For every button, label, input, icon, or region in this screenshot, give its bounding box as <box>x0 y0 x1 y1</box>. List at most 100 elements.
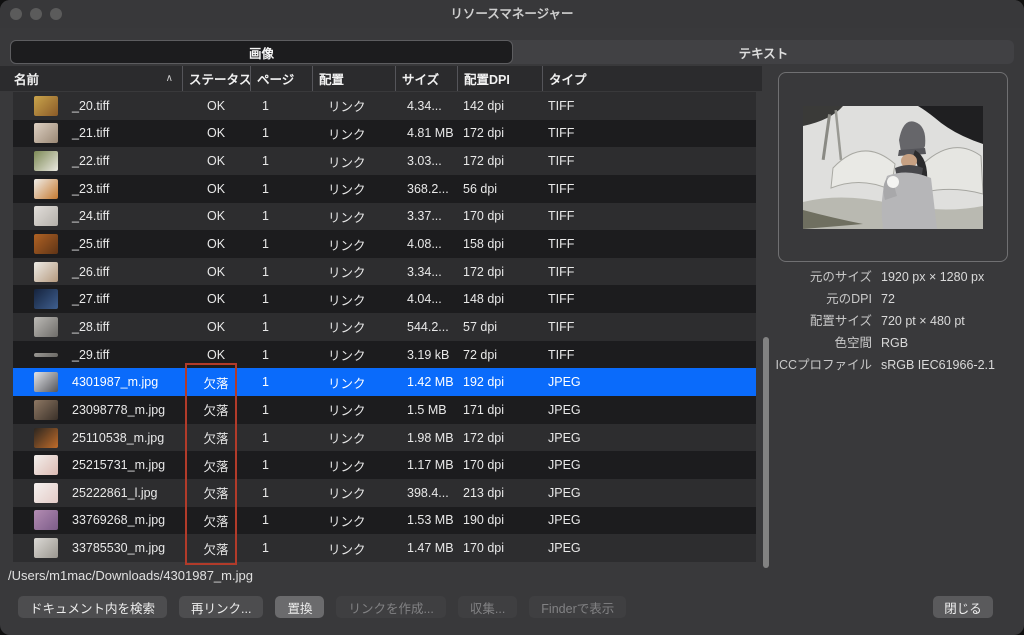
dpi-value: 172 dpi <box>457 265 542 279</box>
thumbnail-image <box>34 353 58 357</box>
page-value: 1 <box>250 99 312 113</box>
table-row[interactable]: _26.tiffOK1リンク3.34...172 dpiTIFF <box>13 258 756 286</box>
size-value: 4.08... <box>395 237 457 251</box>
metadata-label: 色空間 <box>764 337 872 350</box>
table-row[interactable]: 33785530_m.jpg欠落1リンク1.47 MB170 dpiJPEG <box>13 534 756 562</box>
metadata-label: 配置サイズ <box>764 315 872 328</box>
file-name: 33785530_m.jpg <box>72 541 165 555</box>
column-header-status[interactable]: ステータス <box>182 66 250 91</box>
page-value: 1 <box>250 348 312 362</box>
status-value: OK <box>182 209 250 223</box>
table-row[interactable]: _22.tiffOK1リンク3.03...172 dpiTIFF <box>13 147 756 175</box>
scrollbar-thumb[interactable] <box>763 337 769 568</box>
selected-file-path: /Users/m1mac/Downloads/4301987_m.jpg <box>8 568 253 583</box>
size-value: 398.4... <box>395 486 457 500</box>
column-header-placement[interactable]: 配置 <box>312 66 395 91</box>
metadata-value: 720 pt × 480 pt <box>881 315 1016 328</box>
status-value: OK <box>182 348 250 362</box>
file-name: _26.tiff <box>72 265 109 279</box>
size-value: 4.34... <box>395 99 457 113</box>
table-row[interactable]: _24.tiffOK1リンク3.37...170 dpiTIFF <box>13 203 756 231</box>
table-row[interactable]: _28.tiffOK1リンク544.2...57 dpiTIFF <box>13 313 756 341</box>
size-value: 1.42 MB <box>395 375 457 389</box>
thumbnail-image <box>34 400 58 420</box>
type-value: TIFF <box>542 320 756 334</box>
column-header-name[interactable]: 名前∧ <box>0 66 182 91</box>
table-row[interactable]: _23.tiffOK1リンク368.2...56 dpiTIFF <box>13 175 756 203</box>
page-value: 1 <box>250 375 312 389</box>
column-header-label: ステータス <box>189 69 252 88</box>
placement-value: リンク <box>312 207 395 226</box>
size-value: 3.03... <box>395 154 457 168</box>
placement-value: リンク <box>312 179 395 198</box>
column-header-dpi[interactable]: 配置DPI <box>457 66 542 91</box>
table-row[interactable]: _25.tiffOK1リンク4.08...158 dpiTIFF <box>13 230 756 258</box>
file-name: _23.tiff <box>72 182 109 196</box>
preview-panel <box>778 72 1008 262</box>
thumbnail-image <box>34 262 58 282</box>
table-row[interactable]: 25222861_l.jpg欠落1リンク398.4...213 dpiJPEG <box>13 479 756 507</box>
thumbnail-image <box>34 179 58 199</box>
thumbnail-image <box>34 206 58 226</box>
column-header-label: タイプ <box>549 69 587 88</box>
status-value: OK <box>182 265 250 279</box>
file-name: _29.tiff <box>72 348 109 362</box>
type-value: JPEG <box>542 403 756 417</box>
column-header-page[interactable]: ページ <box>250 66 312 91</box>
metadata-value: 1920 px × 1280 px <box>881 271 1016 284</box>
table-row[interactable]: _27.tiffOK1リンク4.04...148 dpiTIFF <box>13 285 756 313</box>
table-row[interactable]: _29.tiffOK1リンク3.19 kB72 dpiTIFF <box>13 341 756 369</box>
size-value: 3.37... <box>395 209 457 223</box>
table-row[interactable]: 25110538_m.jpg欠落1リンク1.98 MB172 dpiJPEG <box>13 424 756 452</box>
placement-value: リンク <box>312 290 395 309</box>
resource-manager-window: リソースマネージャー 画像 テキスト 名前∧ステータスページ配置サイズ配置DPI… <box>0 0 1024 635</box>
size-value: 4.04... <box>395 292 457 306</box>
dpi-value: 148 dpi <box>457 292 542 306</box>
type-value: JPEG <box>542 458 756 472</box>
thumbnail-image <box>34 538 58 558</box>
table-row[interactable]: 4301987_m.jpg欠落1リンク1.42 MB192 dpiJPEG <box>13 368 756 396</box>
status-value: OK <box>182 126 250 140</box>
file-name: _25.tiff <box>72 237 109 251</box>
status-value: OK <box>182 154 250 168</box>
dpi-value: 172 dpi <box>457 126 542 140</box>
type-value: JPEG <box>542 541 756 555</box>
action-button[interactable]: 再リンク... <box>179 596 263 618</box>
table-row[interactable]: _21.tiffOK1リンク4.81 MB172 dpiTIFF <box>13 120 756 148</box>
sort-ascending-icon: ∧ <box>166 73 173 84</box>
thumbnail-image <box>34 123 58 143</box>
action-button[interactable]: ドキュメント内を検索 <box>18 596 167 618</box>
size-value: 3.19 kB <box>395 348 457 362</box>
status-value: OK <box>182 320 250 334</box>
action-button[interactable]: 置換 <box>275 596 324 618</box>
image-metadata: 元のサイズ1920 px × 1280 px元のDPI72配置サイズ720 pt… <box>764 271 1016 372</box>
thumbnail-image <box>34 372 58 392</box>
table-row[interactable]: 33769268_m.jpg欠落1リンク1.53 MB190 dpiJPEG <box>13 507 756 535</box>
placement-value: リンク <box>312 345 395 364</box>
size-value: 4.81 MB <box>395 126 457 140</box>
column-header-type[interactable]: タイプ <box>542 66 762 91</box>
close-button[interactable]: 閉じる <box>933 596 993 618</box>
tab-text[interactable]: テキスト <box>513 40 1014 64</box>
size-value: 3.34... <box>395 265 457 279</box>
type-value: TIFF <box>542 292 756 306</box>
thumbnail-image <box>34 428 58 448</box>
tab-images[interactable]: 画像 <box>10 40 513 64</box>
table-row[interactable]: 25215731_m.jpg欠落1リンク1.17 MB170 dpiJPEG <box>13 451 756 479</box>
table-row[interactable]: _20.tiffOK1リンク4.34...142 dpiTIFF <box>13 92 756 120</box>
missing-status-annotation <box>185 363 237 565</box>
dpi-value: 190 dpi <box>457 513 542 527</box>
table-row[interactable]: 23098778_m.jpg欠落1リンク1.5 MB171 dpiJPEG <box>13 396 756 424</box>
placement-value: リンク <box>312 235 395 254</box>
type-value: JPEG <box>542 486 756 500</box>
column-header-size[interactable]: サイズ <box>395 66 457 91</box>
placement-value: リンク <box>312 124 395 143</box>
dpi-value: 172 dpi <box>457 431 542 445</box>
placement-value: リンク <box>312 317 395 336</box>
type-value: JPEG <box>542 375 756 389</box>
page-value: 1 <box>250 126 312 140</box>
status-value: OK <box>182 99 250 113</box>
type-value: TIFF <box>542 237 756 251</box>
page-value: 1 <box>250 265 312 279</box>
metadata-value: RGB <box>881 337 1016 350</box>
